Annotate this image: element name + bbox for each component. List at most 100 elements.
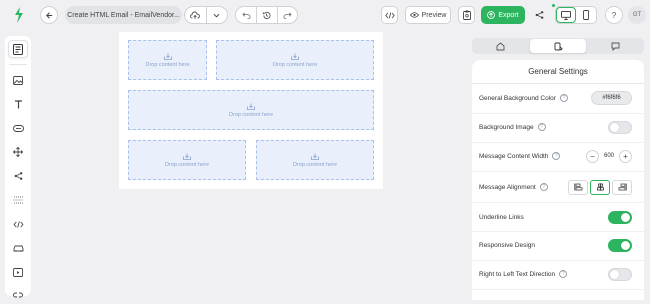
tab-blocks[interactable] (472, 38, 529, 54)
rail-divider (9, 64, 27, 65)
row-divider (472, 171, 644, 172)
drop-download-icon (291, 53, 299, 60)
export-upload-icon (487, 11, 496, 19)
rail-text-button[interactable] (8, 95, 28, 113)
drop-zone[interactable]: Drop content here (128, 140, 246, 180)
question-icon: ? (611, 10, 617, 20)
rail-more-button[interactable] (8, 286, 28, 304)
setting-label: Right to Left Text Direction (479, 270, 556, 278)
email-canvas: Drop content here Drop content here Drop… (119, 32, 383, 189)
code-icon (13, 220, 23, 228)
share-button[interactable] (531, 6, 548, 24)
setting-label: Underline Links (479, 213, 524, 221)
back-button[interactable] (40, 6, 58, 24)
cloud-upload-button[interactable] (185, 7, 206, 23)
share-icon (535, 11, 544, 19)
drop-label: Drop content here (164, 161, 210, 168)
desktop-view-button[interactable] (556, 7, 577, 23)
arrow-left-icon (45, 11, 52, 19)
drop-download-icon (183, 153, 191, 160)
drop-label: Drop content here (145, 61, 190, 68)
help-icon[interactable]: ? (559, 270, 568, 278)
help-icon[interactable]: ? (537, 123, 546, 131)
align-left-icon (573, 183, 582, 191)
row-divider (472, 260, 644, 261)
row-divider (472, 202, 644, 203)
background-image-toggle[interactable] (608, 120, 632, 134)
drop-download-icon (247, 103, 255, 110)
drop-zone[interactable]: Drop content here (128, 40, 207, 80)
help-button[interactable]: ? (605, 6, 623, 24)
divider-block-icon (13, 196, 23, 204)
tab-comments[interactable] (587, 38, 644, 54)
align-center-icon (596, 183, 604, 191)
export-button[interactable]: Export (481, 6, 525, 24)
paint-settings-icon (554, 42, 563, 51)
mobile-view-button[interactable] (576, 7, 596, 23)
panel-divider (472, 83, 644, 84)
undo-button[interactable] (236, 7, 256, 23)
toggle-knob (621, 240, 630, 250)
setting-label: Responsive Design (479, 241, 536, 249)
decrement-button[interactable]: − (586, 149, 599, 163)
toggle-knob (610, 269, 619, 279)
clipboard-icon (462, 10, 471, 20)
redo-button[interactable] (276, 7, 297, 23)
underline-links-toggle[interactable] (608, 210, 632, 224)
rail-move-button[interactable] (8, 143, 28, 161)
document-title[interactable]: Create HTML Email - EmailVendor... (65, 6, 182, 24)
increment-button[interactable]: + (618, 149, 632, 163)
content-width-value[interactable]: 600 (604, 153, 614, 159)
drop-zone[interactable]: Drop content here (128, 90, 374, 130)
app-logo-icon (15, 7, 23, 23)
settings-tabs (472, 38, 644, 54)
history-icon (263, 11, 272, 19)
save-options-dropdown[interactable] (205, 7, 227, 23)
rail-image-button[interactable] (8, 71, 28, 89)
rail-divider-block[interactable] (8, 191, 28, 209)
preview-button[interactable]: Preview (405, 6, 451, 24)
drop-zone[interactable]: Drop content here (256, 140, 374, 180)
align-right-button[interactable] (612, 179, 632, 195)
button-block-icon (12, 124, 24, 132)
panel-title: General Settings (528, 67, 588, 76)
car-icon (13, 245, 23, 252)
rail-html-button[interactable] (8, 215, 28, 233)
align-center-button[interactable] (590, 179, 610, 195)
undo-icon (241, 12, 251, 19)
clipboard-button[interactable] (458, 6, 475, 24)
help-icon[interactable]: ? (539, 183, 548, 191)
setting-label: Background Image (479, 123, 534, 131)
responsive-design-toggle[interactable] (608, 238, 632, 252)
help-icon[interactable]: ? (552, 152, 561, 160)
row-divider (472, 231, 644, 232)
code-view-button[interactable] (381, 6, 398, 24)
rail-social-button[interactable] (8, 167, 28, 185)
eye-icon (409, 12, 419, 18)
comment-icon (611, 42, 620, 51)
help-icon[interactable]: ? (559, 94, 568, 102)
rtl-direction-toggle[interactable] (608, 267, 632, 281)
rail-templates-button[interactable] (8, 40, 28, 58)
device-toggle (555, 6, 597, 24)
save-group (184, 6, 228, 24)
mobile-icon (583, 10, 589, 20)
top-toolbar: Create HTML Email - EmailVendor... Previ… (0, 0, 650, 30)
move-arrows-icon (13, 147, 23, 157)
background-color-picker[interactable]: #f6f6f6 (591, 91, 632, 105)
rail-product-button[interactable] (8, 239, 28, 257)
history-button[interactable] (256, 7, 276, 23)
user-avatar[interactable]: GT (628, 6, 646, 24)
share-nodes-icon (14, 172, 22, 180)
drop-zone[interactable]: Drop content here (216, 40, 374, 80)
setting-label: Message Content Width (479, 152, 549, 160)
tab-general-settings[interactable] (529, 39, 587, 53)
setting-underline-links: Underline Links (479, 207, 639, 227)
align-left-button[interactable] (568, 179, 588, 195)
drop-label: Drop content here (292, 161, 338, 168)
link-icon (13, 292, 23, 298)
rail-video-button[interactable] (8, 263, 28, 281)
setting-message-alignment: Message Alignment ? (479, 177, 639, 197)
rail-button-block[interactable] (8, 119, 28, 137)
setting-background-image: Background Image ? (479, 117, 639, 137)
